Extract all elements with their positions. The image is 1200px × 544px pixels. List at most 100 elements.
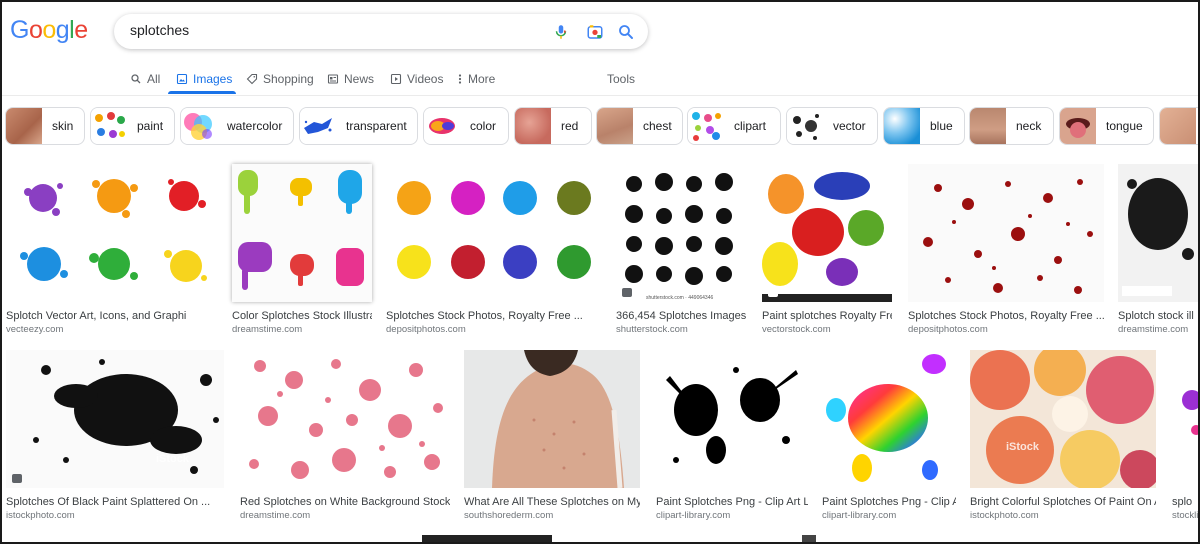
result-title[interactable]: Splotches Stock Photos, Royalty Free ... — [386, 310, 602, 322]
result-title[interactable]: What Are All These Splotches on My S... — [464, 496, 640, 508]
result-source[interactable]: dreamstime.com — [1118, 324, 1198, 335]
chip-transparent[interactable]: transparent — [299, 107, 418, 145]
google-logo[interactable]: Google — [10, 16, 88, 45]
tab-news-label: News — [344, 72, 375, 86]
result-title[interactable]: Color Splotches Stock Illustra... — [232, 310, 372, 322]
result-image[interactable] — [656, 350, 808, 488]
chip-skin[interactable]: skin — [5, 107, 85, 145]
result-card[interactable]: Paint Splotches Png - Clip A... clipart-… — [822, 350, 956, 524]
result-source[interactable]: stockli — [1172, 510, 1198, 521]
tab-shopping[interactable]: Shopping — [246, 70, 314, 88]
chip-thumbnail — [515, 108, 551, 144]
result-title[interactable]: Red Splotches on White Background Stock … — [240, 496, 450, 508]
chip-paint[interactable]: paint — [90, 107, 175, 145]
chip-label: skin — [52, 119, 74, 133]
result-source[interactable]: depositphotos.com — [908, 324, 1104, 335]
chip-tongue[interactable]: tongue — [1059, 107, 1154, 145]
result-card[interactable]: Paint splotches Royalty Fre... vectorsto… — [762, 164, 892, 336]
logo-letter: G — [10, 16, 29, 44]
result-image[interactable] — [386, 164, 602, 302]
result-card[interactable]: iStock Bright Colorful Splotches Of Pain… — [970, 350, 1156, 524]
chip-label: paint — [137, 119, 164, 133]
result-source[interactable]: istockphoto.com — [6, 510, 216, 521]
chip-clipart[interactable]: clipart — [687, 107, 781, 145]
chip-label: chest — [643, 119, 672, 133]
chip-watercolor[interactable]: watercolor — [180, 107, 294, 145]
result-source[interactable]: istockphoto.com — [970, 510, 1156, 521]
result-source[interactable]: shutterstock.com — [616, 324, 746, 335]
result-card[interactable]: Paint Splotches Png - Clip Art Li... cli… — [656, 350, 808, 524]
chip-chest[interactable]: chest — [596, 107, 683, 145]
result-title[interactable]: Paint Splotches Png - Clip Art Li... — [656, 496, 808, 508]
result-card[interactable]: What Are All These Splotches on My S... … — [464, 350, 640, 524]
tab-more[interactable]: More — [457, 70, 495, 88]
result-title[interactable]: Splotches Stock Photos, Royalty Free ... — [908, 310, 1104, 322]
search-box[interactable] — [114, 14, 648, 49]
chip-label: transparent — [346, 119, 407, 133]
result-card[interactable]: Splotch Vector Art, Icons, and Graphics … — [6, 164, 218, 336]
result-image[interactable] — [6, 164, 218, 302]
chip-partial[interactable] — [1159, 107, 1198, 145]
result-card[interactable]: Splotches Stock Photos, Royalty Free ...… — [908, 164, 1104, 336]
result-source[interactable]: dreamstime.com — [232, 324, 372, 335]
result-image[interactable]: shutterstock.com · 449064346 — [616, 164, 746, 302]
result-source[interactable]: dreamstime.com — [240, 510, 450, 521]
result-source[interactable]: clipart-library.com — [822, 510, 956, 521]
result-title[interactable]: 366,454 Splotches Images, ... — [616, 310, 746, 322]
result-title[interactable]: Splotches Of Black Paint Splattered On .… — [6, 496, 216, 508]
tools-button[interactable]: Tools — [607, 70, 635, 88]
microphone-icon[interactable] — [552, 23, 570, 41]
logo-letter: o — [28, 16, 43, 44]
image-badge-icon — [768, 288, 778, 297]
chip-vector[interactable]: vector — [786, 107, 878, 145]
tab-images[interactable]: Images — [176, 70, 232, 88]
result-image[interactable] — [908, 164, 1104, 302]
result-title[interactable]: Paint Splotches Png - Clip A... — [822, 496, 956, 508]
result-card[interactable]: Splotches Stock Photos, Royalty Free ...… — [386, 164, 602, 336]
header-divider — [2, 95, 1198, 96]
result-image[interactable] — [822, 350, 956, 488]
camera-lens-icon[interactable] — [586, 23, 604, 41]
tab-videos[interactable]: Videos — [390, 70, 443, 88]
result-source[interactable]: vecteezy.com — [6, 324, 186, 335]
result-image[interactable]: iStock — [6, 350, 224, 488]
result-title[interactable]: Splotch stock ill — [1118, 310, 1198, 322]
result-image[interactable] — [1172, 350, 1200, 488]
chip-label: tongue — [1106, 119, 1143, 133]
result-card[interactable]: Color Splotches Stock Illustra... dreams… — [232, 164, 372, 336]
result-title[interactable]: Splotch Vector Art, Icons, and Graphics … — [6, 310, 186, 322]
result-image[interactable] — [762, 164, 892, 302]
chip-neck[interactable]: neck — [969, 107, 1054, 145]
istock-watermark: iStock — [156, 453, 190, 465]
search-input[interactable] — [130, 22, 530, 38]
result-card[interactable]: shutterstock.com · 449064346 366,454 Spl… — [616, 164, 746, 336]
chip-color[interactable]: color — [423, 107, 509, 145]
chip-thumbnail — [787, 108, 823, 144]
chip-thumbnail — [181, 108, 217, 144]
result-image[interactable] — [240, 350, 450, 488]
result-source[interactable]: southshorederm.com — [464, 510, 640, 521]
result-card[interactable]: Splotch stock ill dreamstime.com — [1118, 164, 1200, 336]
chip-blue[interactable]: blue — [883, 107, 965, 145]
image-caption: shutterstock.com · 449064346 — [646, 295, 713, 301]
result-card[interactable]: splo stockli — [1172, 350, 1200, 524]
result-source[interactable]: clipart-library.com — [656, 510, 808, 521]
result-source[interactable]: vectorstock.com — [762, 324, 892, 335]
logo-letter: o — [42, 16, 56, 44]
chip-red[interactable]: red — [514, 107, 592, 145]
result-card[interactable]: Red Splotches on White Background Stock … — [240, 350, 450, 524]
result-title[interactable]: Paint splotches Royalty Fre... — [762, 310, 892, 322]
search-icon[interactable] — [617, 23, 635, 41]
result-source[interactable]: depositphotos.com — [386, 324, 602, 335]
result-image[interactable] — [464, 350, 640, 488]
istock-watermark: iStock — [1006, 441, 1040, 453]
result-title[interactable]: splo — [1172, 496, 1198, 508]
result-image[interactable] — [1118, 164, 1200, 302]
result-image[interactable]: iStock — [970, 350, 1156, 488]
result-card[interactable]: iStock Splotches Of Black Paint Splatter… — [6, 350, 224, 524]
tab-news[interactable]: News — [327, 70, 374, 88]
result-image[interactable] — [232, 164, 372, 302]
chip-thumbnail — [970, 108, 1006, 144]
result-title[interactable]: Bright Colorful Splotches Of Paint On A … — [970, 496, 1156, 508]
tab-all[interactable]: All — [130, 70, 160, 88]
